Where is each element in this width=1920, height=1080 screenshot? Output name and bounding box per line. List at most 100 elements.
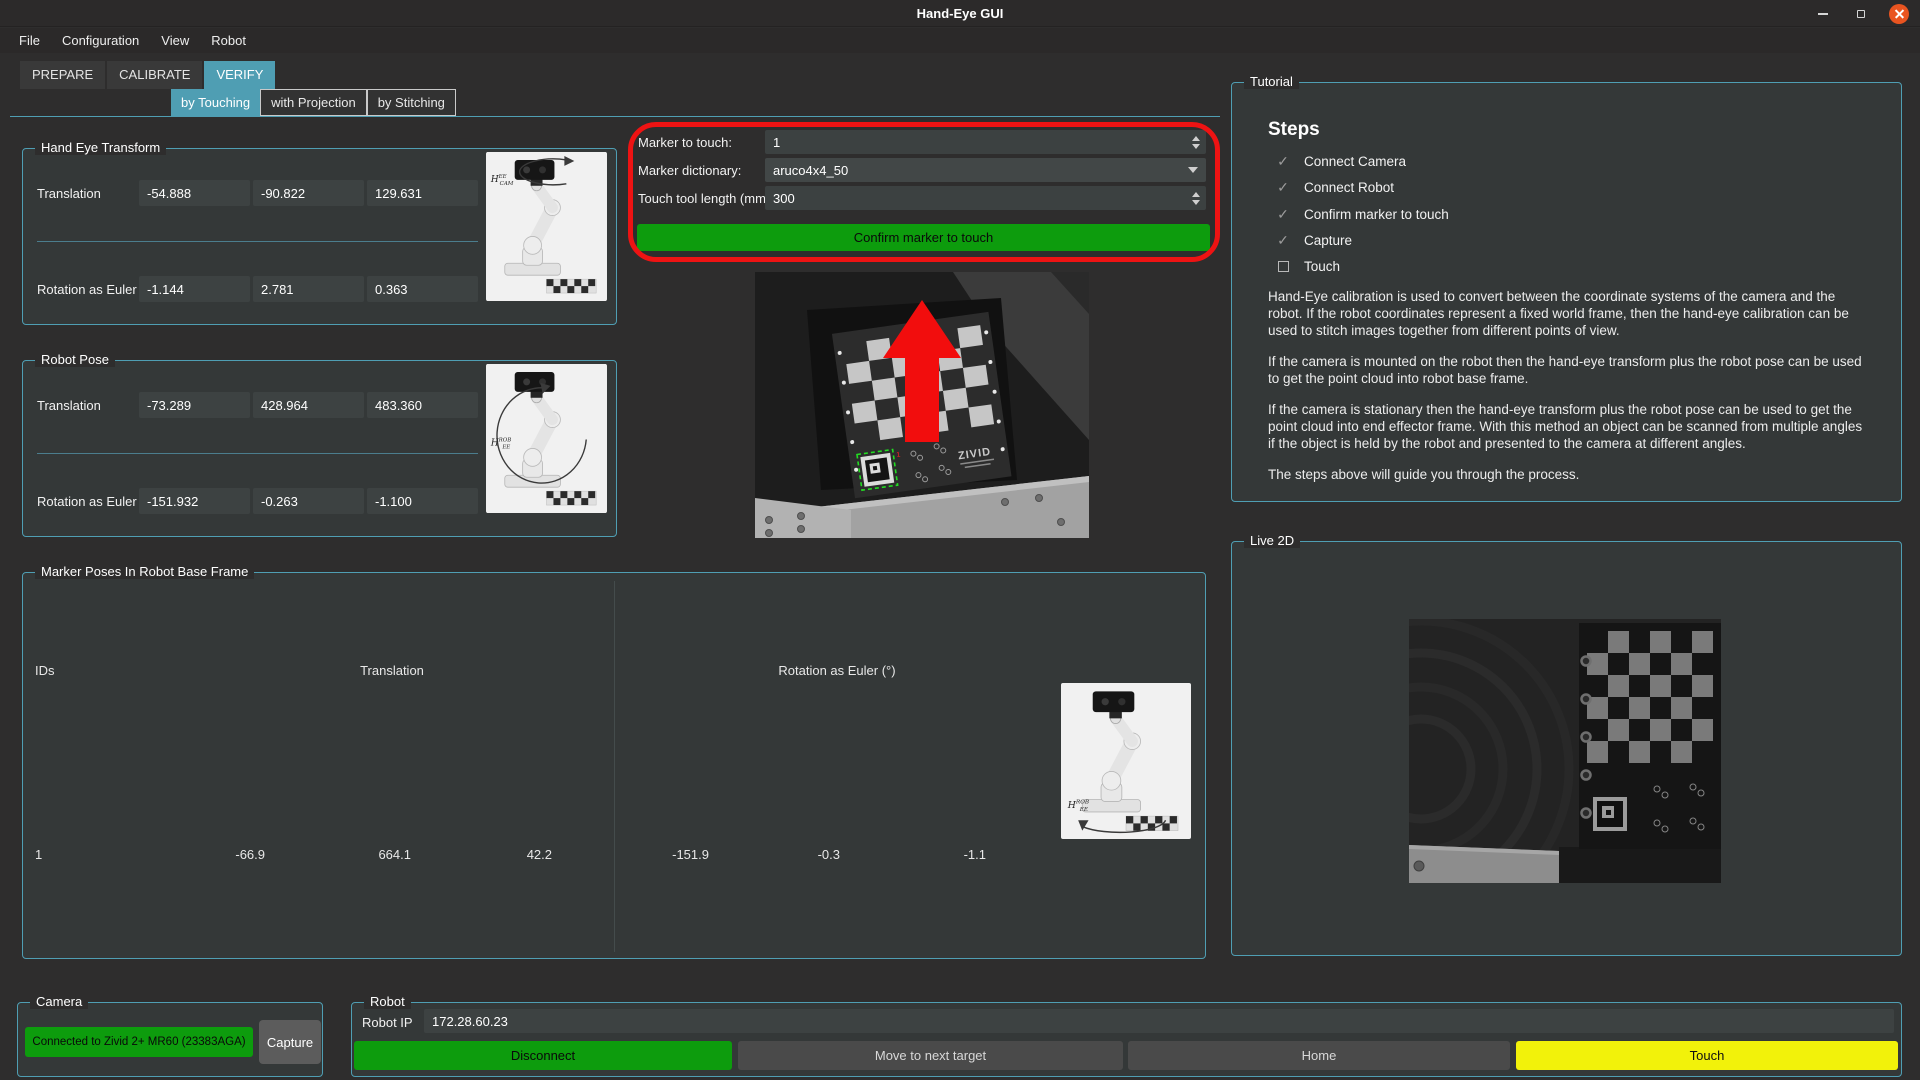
steps-heading: Steps — [1268, 119, 1320, 141]
touch-button[interactable]: Touch — [1516, 1041, 1898, 1070]
marker-to-touch-spinbox[interactable]: 1 — [765, 130, 1206, 154]
translation-label: Translation — [37, 398, 101, 413]
menu-configuration[interactable]: Configuration — [51, 28, 150, 53]
menu-bar: File Configuration View Robot — [0, 28, 1920, 53]
robot-arm-illustration: HEECAM — [486, 152, 607, 301]
subtab-by-stitching[interactable]: by Stitching — [367, 89, 456, 116]
divider — [37, 241, 478, 242]
window-title: Hand-Eye GUI — [917, 6, 1004, 21]
cell-ry: -0.3 — [740, 847, 840, 862]
marker-to-touch-value: 1 — [773, 135, 780, 150]
rp-rotation-x[interactable]: -151.932 — [139, 488, 250, 514]
hand-eye-transform-group: Hand Eye Transform Translation -54.888 -… — [22, 148, 617, 325]
robot-pose-group: Robot Pose Translation -73.289 428.964 4… — [22, 360, 617, 537]
spin-down-icon[interactable] — [1192, 144, 1200, 149]
marker-to-touch-label: Marker to touch: — [638, 135, 732, 150]
camera-status-button[interactable]: Connected to Zivid 2+ MR60 (23383AGA) — [25, 1027, 253, 1057]
subtab-with-projection[interactable]: with Projection — [260, 89, 367, 116]
step-capture: ✓ Capture — [1276, 231, 1352, 249]
translation-label: Translation — [37, 186, 101, 201]
step-label: Connect Camera — [1304, 154, 1406, 169]
menu-view[interactable]: View — [150, 28, 200, 53]
het-translation-z[interactable]: 129.631 — [367, 180, 478, 206]
rp-rotation-z[interactable]: -1.100 — [367, 488, 478, 514]
touch-tool-length-label: Touch tool length (mm): — [638, 191, 774, 206]
title-bar: Hand-Eye GUI — [0, 0, 1920, 27]
hand-eye-gui-window: Hand-Eye GUI File Configuration View Rob… — [0, 0, 1920, 1080]
spinner-controls[interactable] — [1189, 186, 1203, 210]
tab-verify[interactable]: VERIFY — [204, 61, 275, 89]
touch-tool-length-spinbox[interactable]: 300 — [765, 186, 1206, 210]
spin-up-icon[interactable] — [1192, 136, 1200, 141]
rotation-label: Rotation as Euler (°) — [37, 494, 154, 509]
tab-calibrate[interactable]: CALIBRATE — [107, 61, 202, 89]
robot-ip-value: 172.28.60.23 — [432, 1014, 508, 1029]
step-touch: Touch — [1276, 257, 1340, 275]
live-2d-group: Live 2D — [1231, 541, 1902, 956]
disconnect-button[interactable]: Disconnect — [354, 1041, 732, 1070]
col-header-translation: Translation — [242, 663, 542, 678]
step-label: Touch — [1304, 259, 1340, 274]
live-2d-scene — [1409, 619, 1721, 883]
tutorial-paragraph: If the camera is mounted on the robot th… — [1268, 353, 1868, 387]
marker-poses-title: Marker Poses In Robot Base Frame — [35, 564, 254, 579]
verify-sub-tab-bar: by Touching with Projection by Stitching — [171, 89, 456, 116]
spin-down-icon[interactable] — [1192, 200, 1200, 205]
col-header-ids: IDs — [35, 663, 55, 678]
tutorial-paragraph: If the camera is stationary then the han… — [1268, 401, 1868, 452]
close-button[interactable] — [1888, 3, 1910, 25]
col-header-rotation: Rotation as Euler (°) — [687, 663, 987, 678]
move-to-next-target-button[interactable]: Move to next target — [738, 1041, 1123, 1070]
confirm-marker-button[interactable]: Confirm marker to touch — [637, 224, 1210, 251]
cell-rz: -1.1 — [886, 847, 986, 862]
tab-prepare[interactable]: PREPARE — [20, 61, 105, 89]
chevron-down-icon — [1188, 167, 1198, 173]
robot-arm-illustration: HROBEE — [486, 364, 607, 513]
marker-poses-group: Marker Poses In Robot Base Frame IDs Tra… — [22, 572, 1206, 959]
tutorial-group: Tutorial Steps ✓ Connect Camera ✓ Connec… — [1231, 82, 1902, 502]
step-label: Connect Robot — [1304, 180, 1394, 195]
het-translation-x[interactable]: -54.888 — [139, 180, 250, 206]
het-rotation-y[interactable]: 2.781 — [253, 276, 364, 302]
check-icon: ✓ — [1276, 232, 1290, 249]
robot-ip-field[interactable]: 172.28.60.23 — [424, 1009, 1894, 1033]
minimize-button[interactable] — [1812, 3, 1834, 25]
table-column-divider — [614, 581, 615, 952]
tutorial-title: Tutorial — [1244, 74, 1299, 89]
check-icon: ✓ — [1276, 206, 1290, 223]
menu-file[interactable]: File — [8, 28, 51, 53]
window-controls — [1812, 0, 1910, 27]
home-button[interactable]: Home — [1128, 1041, 1510, 1070]
live-2d-image — [1409, 619, 1721, 883]
rotation-label: Rotation as Euler (°) — [37, 282, 154, 297]
camera-view-image: 1 ZIVID — [755, 272, 1089, 538]
checkbox-unchecked-icon — [1278, 261, 1289, 272]
het-rotation-z[interactable]: 0.363 — [367, 276, 478, 302]
hand-eye-transform-title: Hand Eye Transform — [35, 140, 166, 155]
robot-pose-title: Robot Pose — [35, 352, 115, 367]
live-2d-title: Live 2D — [1244, 533, 1300, 548]
subtab-by-touching[interactable]: by Touching — [171, 89, 260, 116]
rp-translation-x[interactable]: -73.289 — [139, 392, 250, 418]
cell-tx: -66.9 — [165, 847, 265, 862]
camera-panel-title: Camera — [30, 994, 88, 1009]
spin-up-icon[interactable] — [1192, 192, 1200, 197]
het-rotation-x[interactable]: -1.144 — [139, 276, 250, 302]
capture-button[interactable]: Capture — [259, 1020, 321, 1064]
marker-dictionary-dropdown[interactable]: aruco4x4_50 — [765, 158, 1206, 182]
cell-tz: 42.2 — [452, 847, 552, 862]
robot-panel-group: Robot Robot IP 172.28.60.23 Disconnect M… — [351, 1002, 1902, 1077]
checkerboard-scene: 1 ZIVID — [755, 272, 1089, 538]
tutorial-paragraphs: Hand-Eye calibration is used to convert … — [1268, 288, 1868, 497]
spinner-controls[interactable] — [1189, 130, 1203, 154]
rp-rotation-y[interactable]: -0.263 — [253, 488, 364, 514]
restore-button[interactable] — [1850, 3, 1872, 25]
menu-robot[interactable]: Robot — [200, 28, 257, 53]
rp-translation-y[interactable]: 428.964 — [253, 392, 364, 418]
rp-translation-z[interactable]: 483.360 — [367, 392, 478, 418]
robot-ip-label: Robot IP — [362, 1015, 413, 1030]
step-confirm-marker: ✓ Confirm marker to touch — [1276, 205, 1449, 223]
eye-in-hand-illustration: HEECAM — [486, 152, 607, 301]
cell-id: 1 — [35, 847, 42, 862]
het-translation-y[interactable]: -90.822 — [253, 180, 364, 206]
